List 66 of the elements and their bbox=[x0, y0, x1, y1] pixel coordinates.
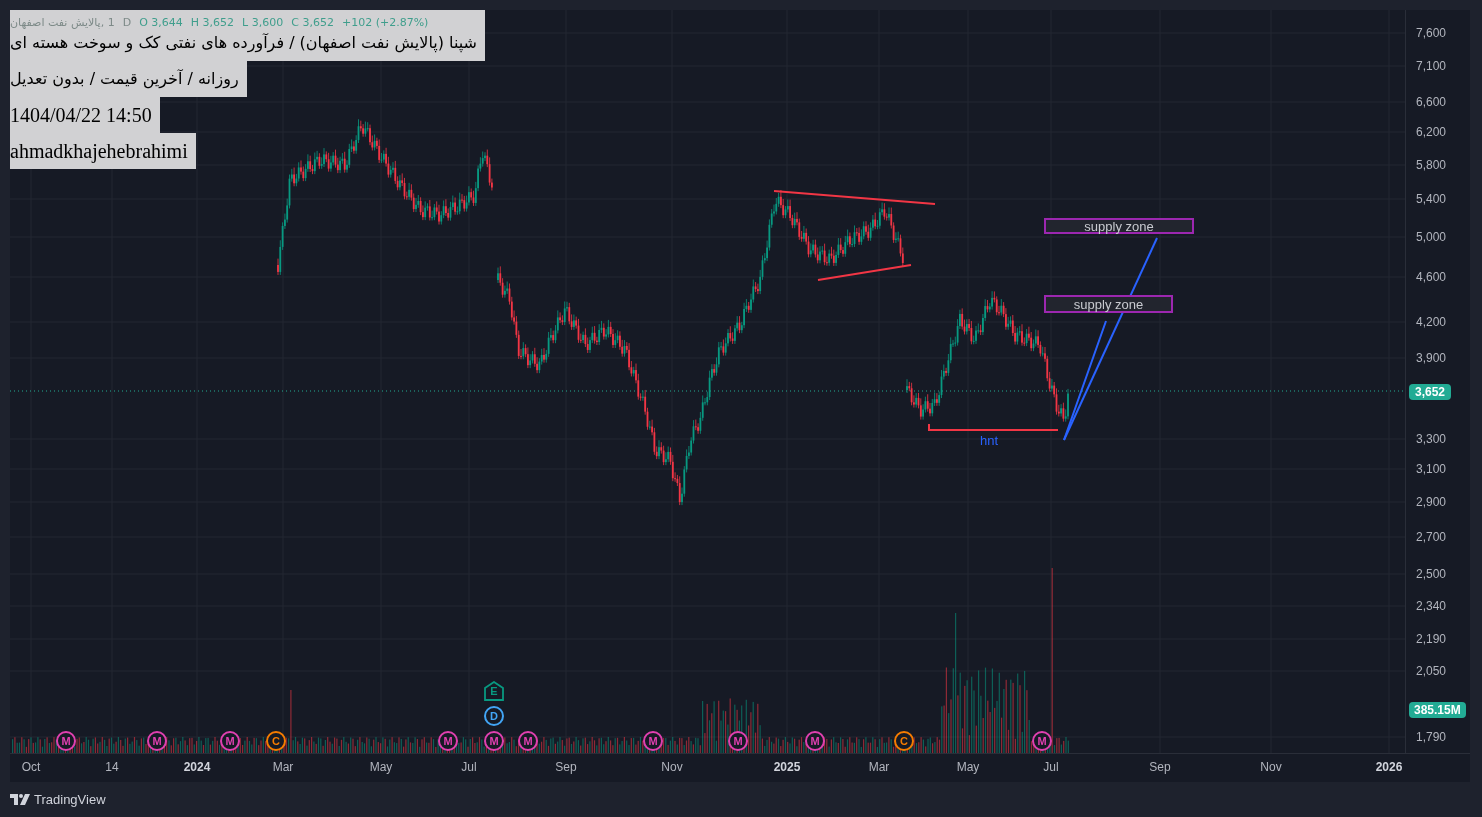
price-axis-label: 3,300 bbox=[1416, 433, 1447, 445]
price-axis-label: 2,700 bbox=[1416, 531, 1447, 543]
last-price-badge: 3,652 bbox=[1409, 384, 1452, 400]
price-axis-label: 5,400 bbox=[1416, 193, 1447, 205]
price-axis-label: 5,000 bbox=[1416, 231, 1447, 243]
ohlc-value: H 3,652 bbox=[190, 17, 235, 28]
event-marker[interactable]: C bbox=[894, 731, 914, 751]
supply-zone-label: supply zone bbox=[1044, 218, 1194, 234]
time-axis-label: Sep bbox=[555, 761, 577, 773]
time-axis-label: 14 bbox=[105, 761, 119, 773]
time-axis-label: 2024 bbox=[183, 761, 211, 773]
time-axis-label: Jul bbox=[1043, 761, 1059, 773]
price-axis-label: 3,900 bbox=[1416, 352, 1447, 364]
price-axis-label: 6,200 bbox=[1416, 126, 1447, 138]
price-axis-label: 2,050 bbox=[1416, 665, 1447, 677]
time-axis-label: Nov bbox=[1260, 761, 1282, 773]
earnings-marker[interactable]: E bbox=[484, 681, 504, 701]
interval-legend: D bbox=[122, 17, 132, 28]
supply-zone-label: supply zone bbox=[1044, 295, 1173, 313]
price-axis-label: 2,500 bbox=[1416, 568, 1447, 580]
brand-name: TradingView bbox=[34, 790, 106, 809]
event-marker[interactable]: M bbox=[484, 731, 504, 751]
time-axis-label: 2026 bbox=[1375, 761, 1403, 773]
volume-badge: 385.15M bbox=[1409, 702, 1466, 718]
ohlc-value: C 3,652 bbox=[291, 17, 334, 28]
event-marker[interactable]: M bbox=[518, 731, 538, 751]
header-text: روزانه / آخرین قیمت / بدون تعدیل bbox=[10, 68, 239, 90]
event-marker[interactable]: M bbox=[805, 731, 825, 751]
price-axis-label: 7,600 bbox=[1416, 27, 1447, 39]
symbol-legend: 1 ,پالایش نفت اصفهان bbox=[10, 17, 115, 28]
event-marker[interactable]: M bbox=[147, 731, 167, 751]
event-marker[interactable]: M bbox=[728, 731, 748, 751]
time-axis-label: Nov bbox=[661, 761, 683, 773]
time-axis-label: Mar bbox=[868, 761, 890, 773]
event-marker[interactable]: M bbox=[220, 731, 240, 751]
chart-label: hnt bbox=[980, 434, 1000, 450]
event-marker[interactable]: C bbox=[266, 731, 286, 751]
time-axis-label: May bbox=[369, 761, 393, 773]
change-value: +102 (+2.87%) bbox=[341, 17, 429, 28]
price-axis-label: 6,600 bbox=[1416, 96, 1447, 108]
time-axis-label: Sep bbox=[1149, 761, 1171, 773]
price-axis-label: 2,190 bbox=[1416, 633, 1447, 645]
price-axis-label: 2,900 bbox=[1416, 496, 1447, 508]
price-axis-label: 2,340 bbox=[1416, 600, 1447, 612]
header-text: شپنا (پالایش نفت اصفهان) / فرآورده های نفتی کک و سوخت هسته ای bbox=[10, 32, 477, 54]
time-axis-label: 2025 bbox=[773, 761, 801, 773]
price-axis-label: 1,790 bbox=[1416, 731, 1447, 743]
price-axis-label: 5,800 bbox=[1416, 159, 1447, 171]
event-marker[interactable]: M bbox=[643, 731, 663, 751]
price-axis-label: 3,100 bbox=[1416, 463, 1447, 475]
time-axis-label: Oct bbox=[21, 761, 41, 773]
price-axis-label: 4,200 bbox=[1416, 316, 1447, 328]
ohlc-value: O 3,644 bbox=[139, 17, 183, 28]
price-axis-label: 7,100 bbox=[1416, 60, 1447, 72]
price-axis-label: 4,600 bbox=[1416, 271, 1447, 283]
time-axis-label: Jul bbox=[461, 761, 477, 773]
header-text: 1404/04/22 14:50 bbox=[10, 104, 152, 126]
event-marker[interactable]: M bbox=[438, 731, 458, 751]
event-marker[interactable]: M bbox=[1032, 731, 1052, 751]
time-axis-label: Mar bbox=[272, 761, 294, 773]
event-marker[interactable]: D bbox=[484, 706, 504, 726]
time-axis-label: May bbox=[956, 761, 980, 773]
event-marker[interactable]: M bbox=[56, 731, 76, 751]
header-text: ahmadkhajehebrahimi bbox=[10, 140, 188, 162]
tradingview-logo-icon bbox=[10, 794, 30, 805]
ohlc-value: L 3,600 bbox=[242, 17, 284, 28]
